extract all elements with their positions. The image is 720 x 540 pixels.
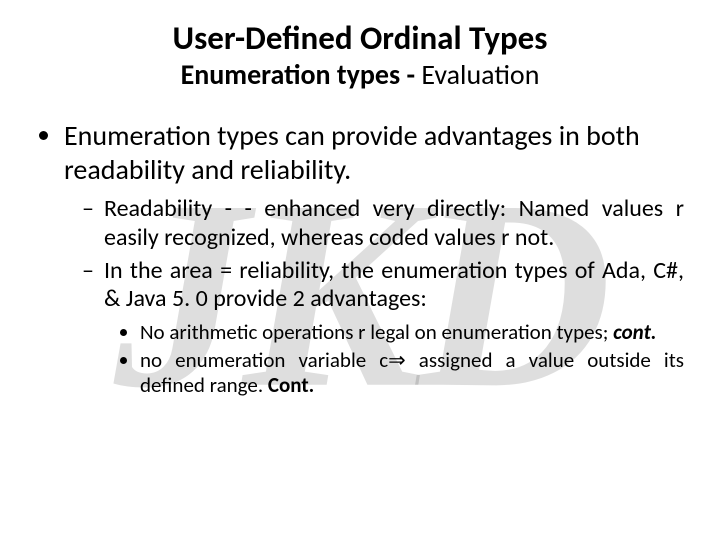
bullet-l3-0: No arithmetic operations r legal on enum…: [140, 320, 684, 346]
bullet-l3-0-text: No arithmetic operations r legal on enum…: [140, 319, 613, 345]
bullet-list-level3: No arithmetic operations r legal on enum…: [104, 320, 684, 399]
slide-subtitle: Enumeration types - Evaluation: [36, 60, 684, 91]
arrow-icon: ⇒: [388, 347, 406, 373]
bullet-l3-1-pre: no enumeration variable c: [140, 347, 388, 373]
bullet-l1-0: Enumeration types can provide advantages…: [64, 119, 684, 399]
subtitle-rest: Evaluation: [421, 57, 539, 92]
slide-content: User-Defined Ordinal Types Enumeration t…: [0, 0, 720, 399]
bullet-l3-1-emph: Cont.: [268, 372, 314, 398]
bullet-l2-1-text: In the area = reliability, the enumerati…: [104, 256, 684, 314]
bullet-l1-0-text: Enumeration types can provide advantages…: [64, 118, 640, 187]
bullet-list-level1: Enumeration types can provide advantages…: [36, 119, 684, 399]
slide-title: User-Defined Ordinal Types: [36, 20, 684, 58]
bullet-l2-1: In the area = reliability, the enumerati…: [104, 257, 684, 399]
bullet-l3-1: no enumeration variable c⇒ assigned a va…: [140, 348, 684, 399]
bullet-l3-0-emph: cont.: [613, 319, 656, 345]
subtitle-bold: Enumeration types -: [181, 57, 422, 92]
bullet-list-level2: Readability - - enhanced very directly: …: [64, 195, 684, 399]
bullet-l2-0-text: Readability - - enhanced very directly: …: [104, 194, 684, 252]
bullet-l2-0: Readability - - enhanced very directly: …: [104, 195, 684, 253]
